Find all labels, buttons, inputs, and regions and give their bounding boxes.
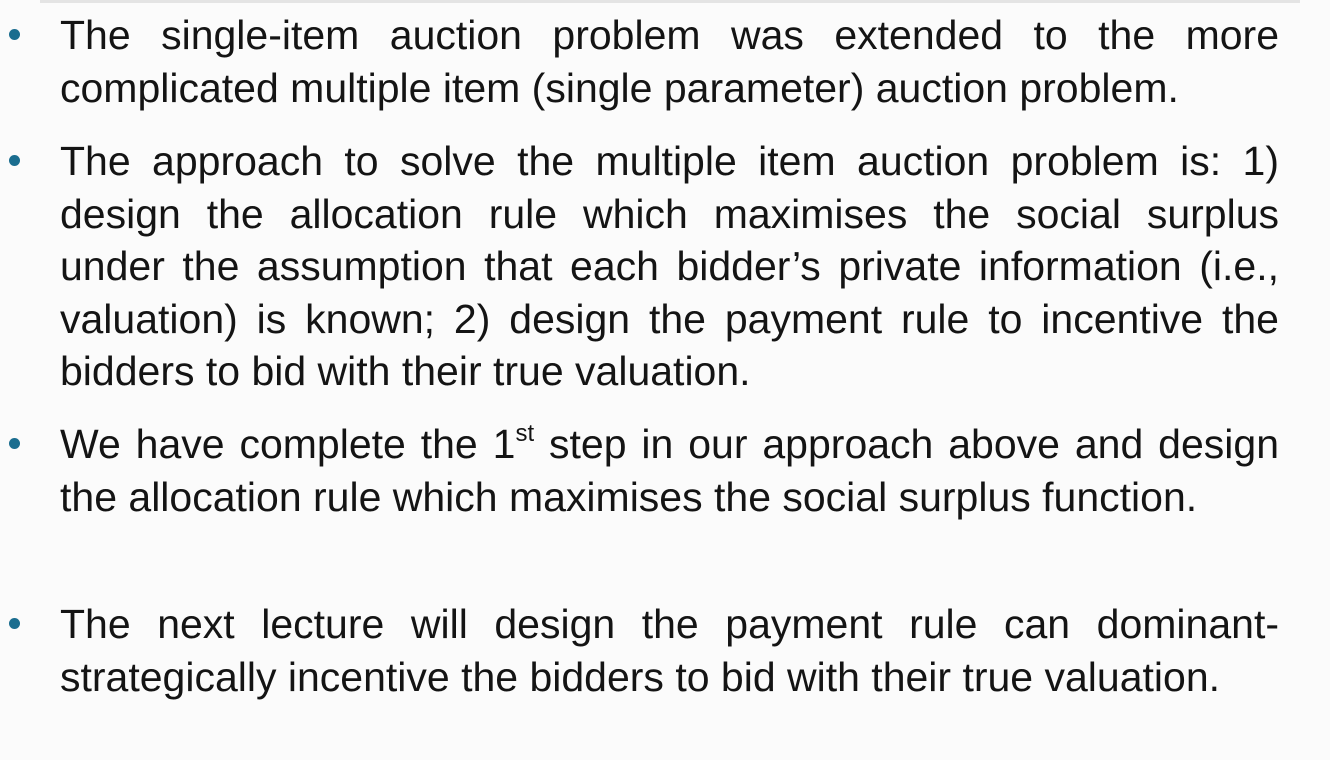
bullet-dot-icon <box>9 618 20 629</box>
bullet-text: The approach to solve the multiple item … <box>60 138 1279 394</box>
bullet-dot-icon <box>9 29 20 40</box>
bullet-text: The single-item auction problem was exte… <box>60 12 1279 111</box>
bullet-text: We have complete the 1st step in our app… <box>60 418 1279 523</box>
bullet-text-start: We have complete the 1 <box>60 421 516 467</box>
bullet-dot-icon <box>9 155 20 166</box>
bullet-text: The next lecture will design the payment… <box>60 601 1279 700</box>
ordinal-superscript: st <box>515 420 535 447</box>
bullet-dot-icon <box>9 438 20 449</box>
slide-body: The single-item auction problem was exte… <box>0 0 1330 760</box>
